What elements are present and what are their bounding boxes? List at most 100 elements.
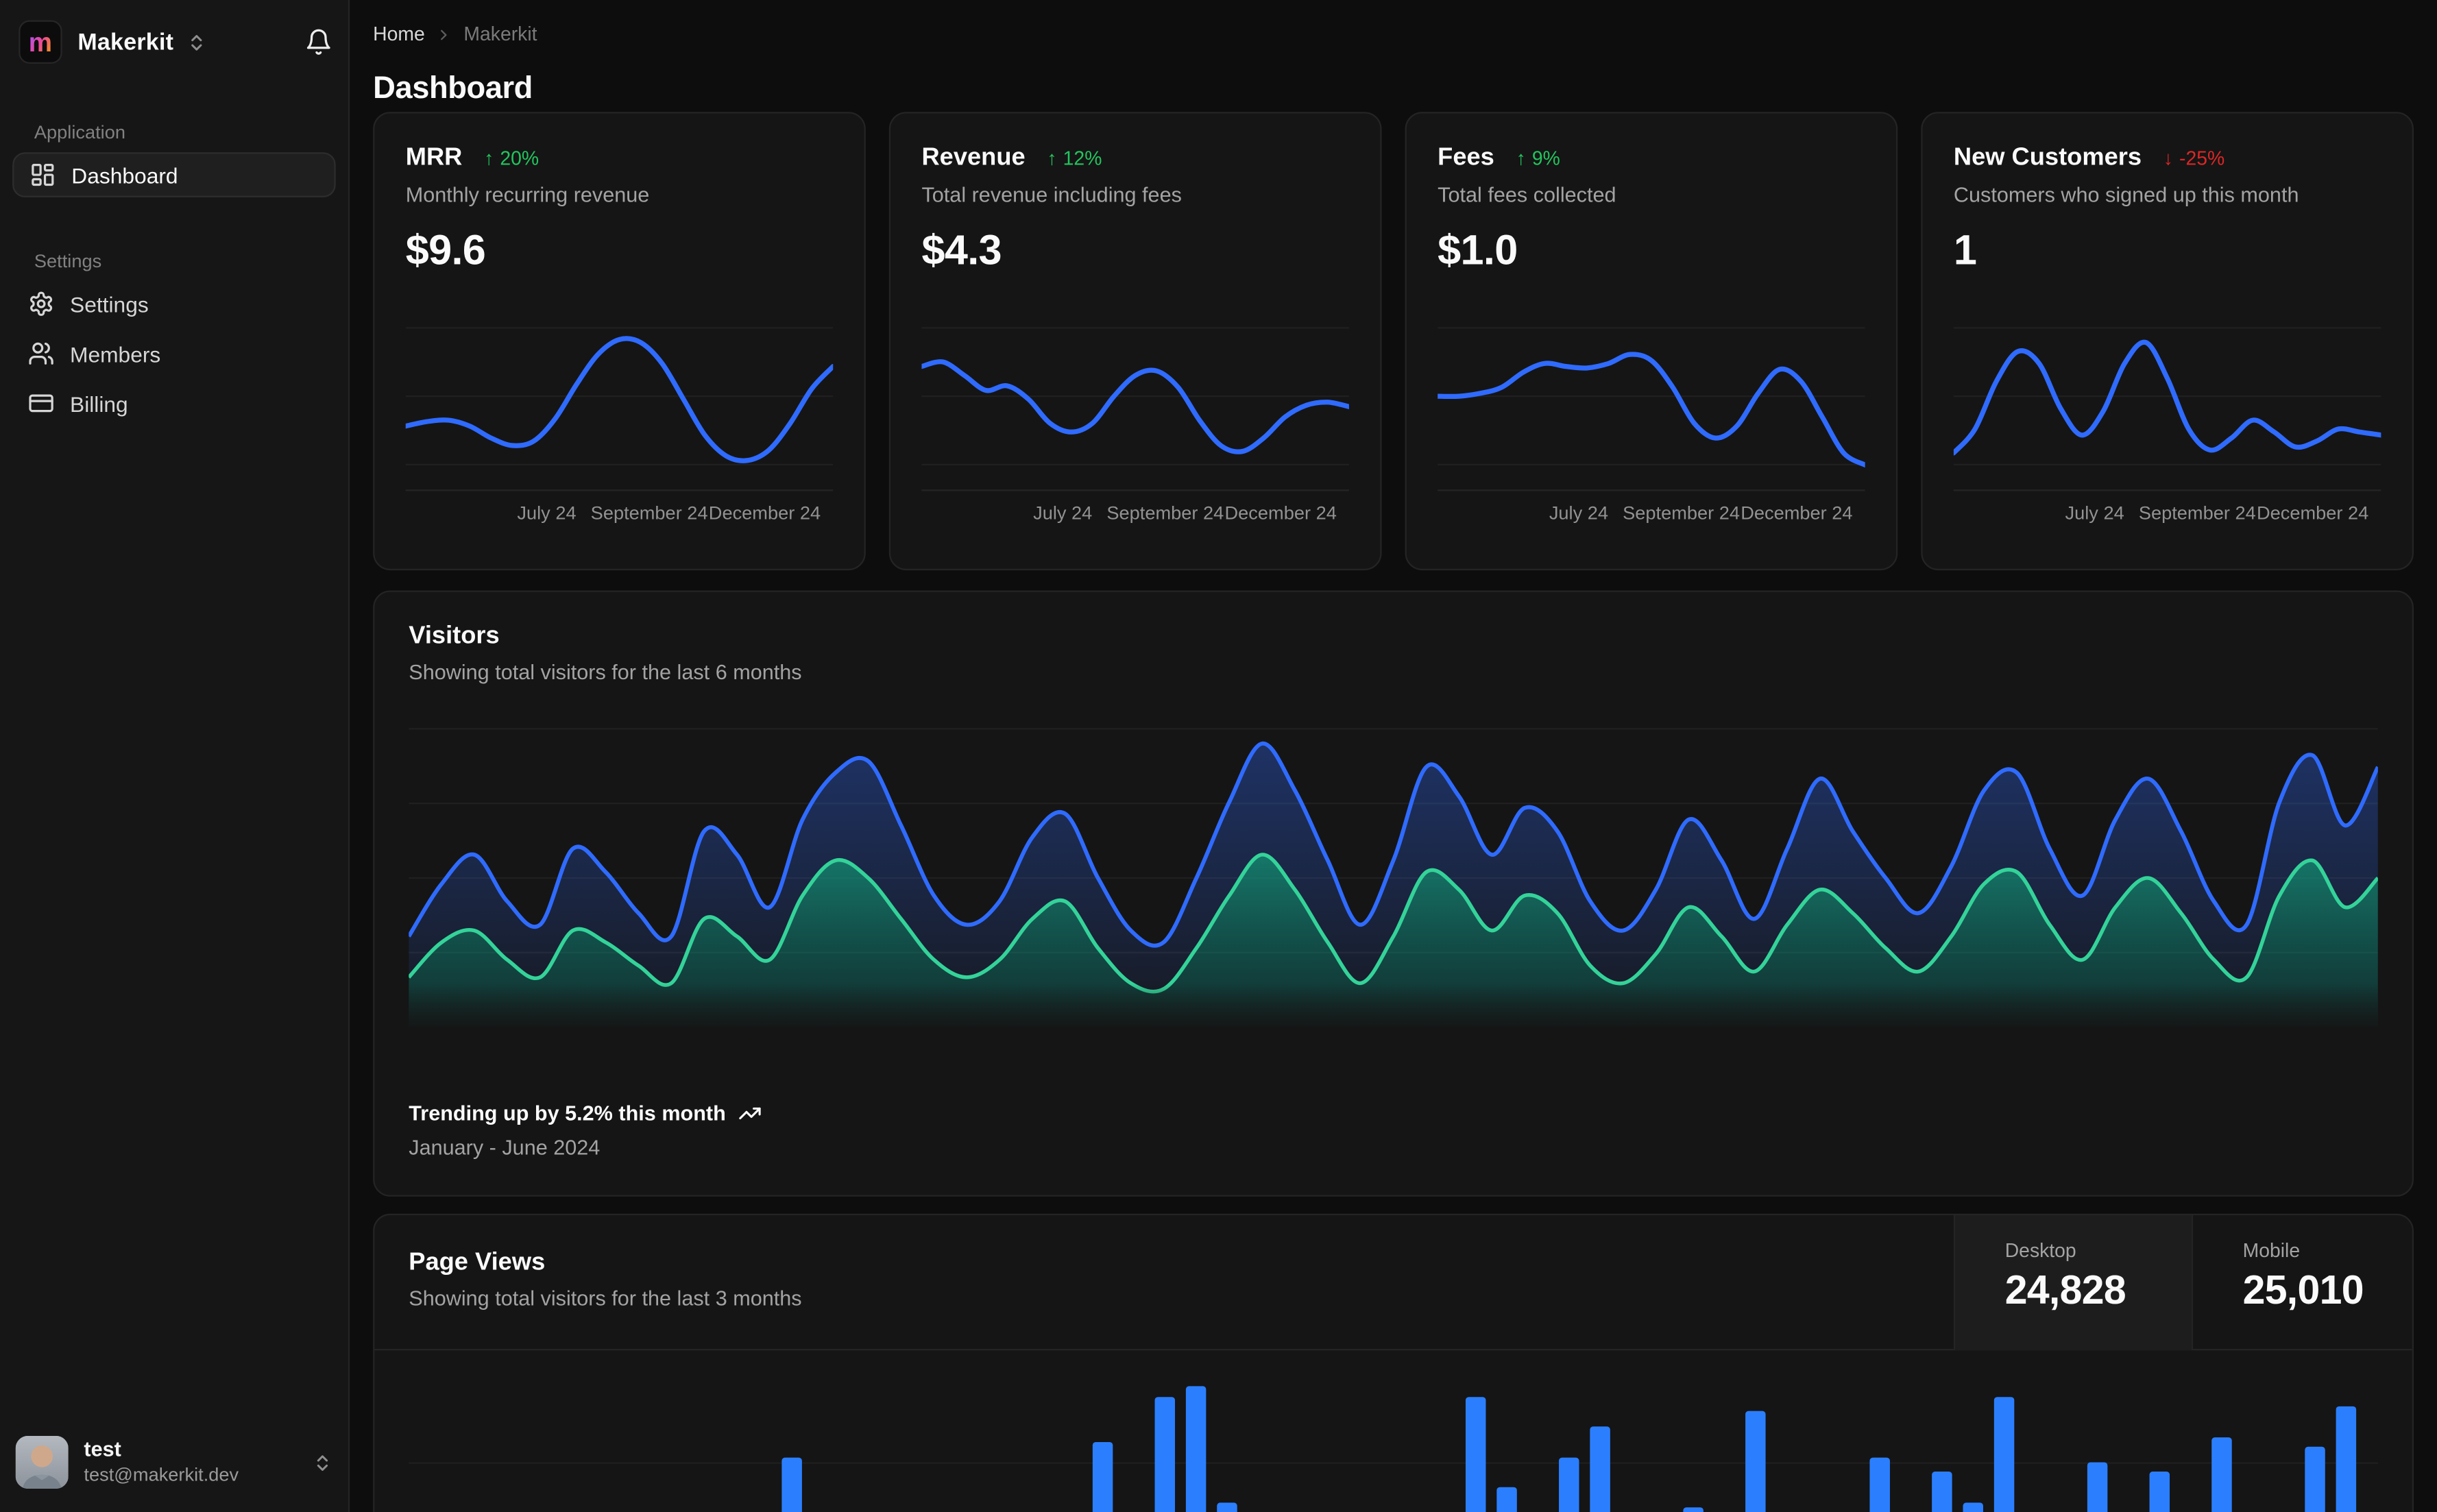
dashboard-icon — [29, 162, 56, 188]
bell-icon[interactable] — [304, 28, 332, 56]
page-title: Dashboard — [373, 72, 533, 107]
tab-value: 25,010 — [2242, 1266, 2364, 1313]
sparkline-chart — [1953, 309, 2381, 483]
trend-badge: ↓ -25% — [2163, 147, 2224, 169]
trend-badge: ↑ 12% — [1047, 147, 1102, 169]
trend-badge: ↑ 20% — [484, 147, 539, 169]
x-axis-labels: July 24 September 24 December 24 — [1033, 502, 1337, 524]
user-email: test@makerkit.dev — [84, 1463, 239, 1486]
stat-value: 1 — [1953, 227, 1977, 274]
stat-card-header: Fees ↑ 9% — [1438, 145, 1865, 173]
sidebar-item-billing[interactable]: Billing — [12, 380, 336, 426]
page-views-bar — [1932, 1472, 1952, 1512]
page-views-bar-chart — [409, 1386, 2378, 1512]
stat-value: $4.3 — [921, 227, 1002, 274]
visitors-area-chart — [409, 716, 2378, 1027]
team-switcher[interactable]: m Makerkit — [19, 16, 332, 69]
sparkline-chart — [921, 309, 1349, 483]
gear-icon — [28, 291, 55, 317]
sidebar-item-dashboard[interactable]: Dashboard — [12, 152, 336, 197]
page-views-bar — [1590, 1426, 1610, 1512]
tab-value: 24,828 — [2004, 1266, 2126, 1313]
stat-card-header: MRR ↑ 20% — [406, 145, 833, 173]
stat-subtitle: Total fees collected — [1438, 183, 1616, 207]
nav-item-label: Billing — [70, 391, 128, 416]
axis-baseline — [1438, 489, 1865, 491]
stat-card: Fees ↑ 9% Total fees collected $1.0 July… — [1405, 112, 1898, 571]
x-axis-labels: July 24 September 24 December 24 — [2065, 502, 2369, 524]
page-views-card: Page Views Showing total visitors for th… — [373, 1213, 2414, 1512]
user-avatar — [15, 1435, 69, 1489]
sidebar-item-settings[interactable]: Settings — [12, 281, 336, 326]
sparkline-chart — [405, 309, 834, 483]
page-views-bar — [1465, 1396, 1486, 1512]
axis-baseline — [1953, 489, 2381, 491]
stat-card: MRR ↑ 20% Monthly recurring revenue $9.6… — [373, 112, 866, 571]
page-views-title: Page Views — [409, 1249, 546, 1276]
page-views-tab-mobile[interactable]: Mobile 25,010 — [2191, 1215, 2412, 1351]
user-menu[interactable]: test test@makerkit.dev — [15, 1428, 333, 1497]
user-info: test test@makerkit.dev — [84, 1437, 239, 1487]
main-content: Home Makerkit Dashboard MRR ↑ 20% Monthl… — [373, 0, 2414, 1512]
breadcrumb: Home Makerkit — [373, 23, 537, 45]
visitors-trend-text: Trending up by 5.2% this month — [409, 1101, 726, 1125]
page-views-bar — [1993, 1396, 2015, 1512]
chevron-right-icon — [436, 25, 453, 42]
chart-fade — [409, 984, 2378, 1031]
sparkline-chart — [1438, 309, 1865, 483]
page-views-bar — [2149, 1472, 2170, 1512]
tab-label: Mobile — [2242, 1240, 2301, 1262]
page-views-subtitle: Showing total visitors for the last 3 mo… — [409, 1287, 802, 1310]
breadcrumb-current: Makerkit — [463, 23, 537, 45]
trend-value: 20% — [500, 147, 539, 170]
visitors-date-range: January - June 2024 — [409, 1136, 601, 1160]
page-views-bar — [1185, 1386, 1207, 1512]
stat-value: $9.6 — [405, 227, 486, 274]
trend-arrow-icon: ↑ — [484, 147, 494, 170]
stat-subtitle: Total revenue including fees — [921, 183, 1182, 207]
trend-arrow-icon: ↑ — [1516, 147, 1526, 170]
tab-label: Desktop — [2004, 1240, 2076, 1262]
stat-subtitle: Monthly recurring revenue — [405, 183, 650, 207]
chevrons-up-down-icon — [313, 1452, 332, 1472]
stat-subtitle: Customers who signed up this month — [1953, 183, 2299, 207]
page-views-bar — [781, 1456, 802, 1512]
users-icon — [28, 341, 55, 367]
page-views-header: Page Views Showing total visitors for th… — [374, 1215, 2412, 1351]
visitors-title: Visitors — [409, 623, 500, 650]
trend-arrow-icon: ↓ — [2163, 147, 2173, 170]
stat-card: New Customers ↓ -25% Customers who signe… — [1921, 112, 2414, 571]
makerkit-logo: m — [19, 20, 62, 64]
stat-card-header: New Customers ↓ -25% — [1954, 145, 2381, 173]
breadcrumb-home-link[interactable]: Home — [373, 23, 425, 45]
sidebar-nav: Application Dashboard Settings Settings … — [12, 121, 336, 478]
page-views-bar — [2211, 1437, 2232, 1512]
trend-value: 12% — [1063, 147, 1102, 170]
page-views-bar — [1683, 1507, 1704, 1512]
logo-letter: m — [28, 27, 53, 57]
axis-baseline — [405, 489, 834, 491]
stat-value: $1.0 — [1438, 227, 1518, 274]
nav-section: Settings Settings Members Billing — [12, 250, 336, 426]
nav-item-label: Members — [70, 341, 161, 366]
sidebar: m Makerkit Application Dashboard Setting… — [0, 0, 350, 1512]
page-views-tab-desktop[interactable]: Desktop 24,828 — [1953, 1215, 2192, 1351]
page-views-bar — [1154, 1396, 1176, 1512]
user-name: test — [84, 1437, 121, 1461]
app-window: m Makerkit Application Dashboard Setting… — [0, 0, 2437, 1512]
nav-item-label: Settings — [70, 291, 149, 317]
page-views-bar — [1869, 1456, 1890, 1512]
stat-cards-row: MRR ↑ 20% Monthly recurring revenue $9.6… — [373, 112, 2414, 571]
page-views-bar — [1745, 1411, 1766, 1512]
page-views-bar — [2305, 1446, 2325, 1512]
page-views-tabs: Desktop 24,828 Mobile 25,010 — [1953, 1215, 2412, 1351]
sidebar-item-members[interactable]: Members — [12, 331, 336, 376]
x-axis-labels: July 24 September 24 December 24 — [517, 502, 821, 524]
team-name: Makerkit — [77, 28, 174, 56]
page-views-bar — [1092, 1441, 1113, 1512]
page-views-bar — [2336, 1406, 2357, 1512]
stat-title: Revenue — [921, 144, 1026, 171]
chevrons-up-down-icon — [186, 32, 206, 51]
trend-arrow-icon: ↑ — [1047, 147, 1057, 170]
nav-item-label: Dashboard — [71, 162, 178, 188]
